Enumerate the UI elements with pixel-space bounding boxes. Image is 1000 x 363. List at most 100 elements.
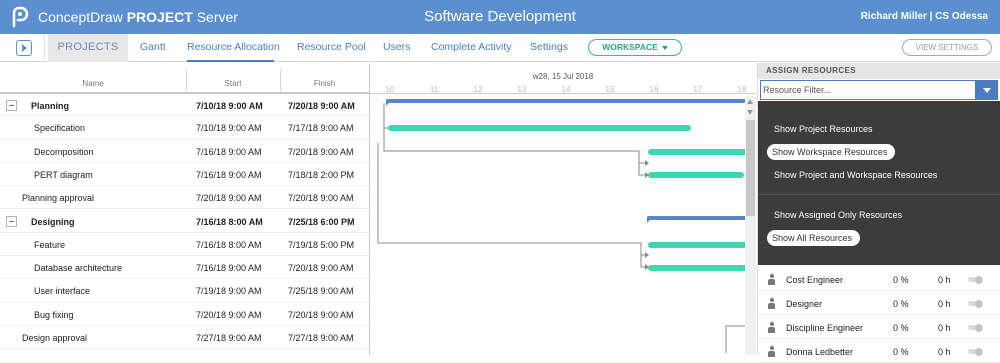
person-icon	[768, 274, 775, 285]
nav-complete-activity[interactable]: Complete Activity	[431, 34, 512, 62]
scroll-thumb[interactable]	[746, 120, 755, 216]
task-start: 7/27/18 9:00 AM	[196, 333, 262, 343]
resource-row[interactable]: Donna Ledbetter 0 % 0 h	[758, 340, 1000, 363]
resource-filter-menu: Show Project Resources Show Workspace Re…	[758, 101, 1000, 265]
task-start: 7/16/18 9:00 AM	[196, 263, 262, 274]
menu-separator	[758, 194, 1000, 195]
task-row[interactable]: Planning 7/10/18 9:00 AM 7/20/18 9:00 AM	[0, 93, 370, 117]
nav-resource-allocation[interactable]: Resource Allocation	[187, 34, 280, 62]
assign-toggle[interactable]	[968, 275, 983, 284]
brand-name: ConceptDraw	[38, 9, 127, 25]
task-finish: 7/27/18 9:00 AM	[288, 333, 354, 343]
nav-divider	[44, 34, 45, 62]
nav-users[interactable]: Users	[383, 34, 410, 62]
person-icon	[768, 322, 775, 333]
brand-suffix: Server	[192, 9, 238, 25]
assign-toggle[interactable]	[968, 347, 983, 356]
task-row[interactable]: Designing 7/16/18 8:00 AM 7/25/18 6:00 P…	[0, 210, 370, 233]
assign-resources-panel: ASSIGN RESOURCES Resource Filter... Show…	[757, 63, 1000, 363]
task-finish: 7/20/18 9:00 AM	[288, 263, 354, 274]
dependency-link	[377, 143, 645, 256]
main-nav: PROJECTS Gantt Resource Allocation Resou…	[0, 34, 1000, 62]
workspace-dropdown[interactable]: WORKSPACE	[588, 39, 682, 56]
collapse-icon[interactable]	[6, 100, 17, 111]
menu-show-workspace-resources[interactable]: Show Workspace Resources	[767, 144, 896, 160]
dependency-link	[638, 163, 645, 176]
resource-percent: 0 %	[893, 275, 909, 285]
nav-resource-pool[interactable]: Resource Pool	[297, 34, 366, 62]
task-name: Bug fixing	[34, 309, 74, 320]
task-start: 7/19/18 9:00 AM	[196, 286, 262, 297]
task-finish: 7/20/18 9:00 AM	[288, 193, 354, 204]
task-start: 7/16/18 9:00 AM	[196, 146, 262, 157]
arrow-head	[645, 160, 649, 166]
menu-show-assigned-only-resources[interactable]: Show Assigned Only Resources	[774, 210, 902, 220]
task-start: 7/16/18 8:00 AM	[196, 216, 263, 227]
assign-toggle[interactable]	[968, 299, 983, 308]
task-name: User interface	[34, 286, 91, 297]
task-finish: 7/18/18 2:00 PM	[288, 169, 355, 180]
top-bar: ConceptDraw PROJECT Server Software Deve…	[0, 0, 1000, 34]
scroll-up-icon[interactable]	[747, 99, 753, 104]
menu-show-project-and-workspace-resources[interactable]: Show Project and Workspace Resources	[774, 170, 937, 180]
task-bar-pert-diagram	[648, 172, 744, 178]
task-bar-database-architecture	[648, 265, 756, 271]
task-finish: 7/25/18 6:00 PM	[288, 216, 355, 227]
view-settings-button[interactable]: VIEW SETTINGS	[902, 39, 992, 56]
dependency-link	[383, 128, 645, 164]
summary-bar-designing	[647, 216, 756, 220]
gantt-chart: w28, 15 Jul 2018 10 11 12 13 14 15 16 17…	[370, 63, 756, 355]
resource-row[interactable]: Designer 0 % 0 h	[758, 292, 1000, 315]
sidebar-toggle-icon[interactable]	[16, 40, 32, 56]
resource-filter-dropdown-icon[interactable]	[976, 80, 998, 100]
nav-settings[interactable]: Settings	[530, 34, 568, 62]
task-finish: 7/20/18 9:00 AM	[288, 101, 355, 111]
task-row[interactable]: Feature 7/16/18 8:00 AM 7/19/18 5:00 PM	[0, 233, 370, 257]
task-name: Planning approval	[22, 193, 95, 204]
task-bar-specification	[388, 125, 691, 131]
resource-percent: 0 %	[893, 299, 909, 309]
user-name[interactable]: Richard Miller | CS Odessa	[861, 11, 988, 22]
task-row[interactable]: User interface 7/19/18 9:00 AM 7/25/18 9…	[0, 279, 370, 303]
task-row[interactable]: Design approval 7/27/18 9:00 AM 7/27/18 …	[0, 326, 370, 350]
dependency-link	[725, 325, 746, 353]
resource-hours: 0 h	[938, 275, 951, 285]
task-start: 7/10/18 9:00 AM	[196, 101, 263, 111]
menu-show-project-resources[interactable]: Show Project Resources	[774, 124, 873, 134]
chevron-down-icon	[661, 45, 668, 50]
resource-row[interactable]: Discipline Engineer 0 % 0 h	[758, 316, 1000, 339]
task-row[interactable]: PERT diagram 7/16/18 9:00 AM 7/18/18 2:0…	[0, 163, 370, 187]
dependency-link	[383, 103, 388, 129]
task-row[interactable]: Planning approval 7/20/18 9:00 AM 7/20/1…	[0, 186, 370, 210]
collapse-icon[interactable]	[6, 215, 17, 227]
resource-row[interactable]: Cost Engineer 0 % 0 h	[758, 268, 1000, 291]
task-finish: 7/19/18 5:00 PM	[288, 239, 355, 250]
task-name: PERT diagram	[34, 169, 93, 180]
column-finish-header[interactable]: Finish	[280, 79, 369, 88]
workspace-label: WORKSPACE	[602, 42, 658, 52]
conceptdraw-logo-icon[interactable]	[8, 6, 30, 28]
task-name: Database architecture	[34, 263, 123, 274]
column-name-header[interactable]: Name	[0, 79, 186, 88]
resource-hours: 0 h	[938, 347, 951, 357]
scroll-down-icon[interactable]	[747, 110, 753, 115]
task-row[interactable]: Specification 7/10/18 9:00 AM 7/17/18 9:…	[0, 116, 370, 140]
gantt-vertical-scrollbar[interactable]	[745, 96, 756, 355]
task-start: 7/16/18 8:00 AM	[196, 239, 262, 250]
task-name: Specification	[34, 123, 86, 134]
resource-filter-input[interactable]: Resource Filter...	[760, 80, 976, 100]
nav-gantt[interactable]: Gantt	[140, 34, 166, 62]
resource-name: Discipline Engineer	[786, 323, 864, 333]
task-finish: 7/20/18 9:00 AM	[288, 309, 354, 320]
arrow-head	[645, 172, 649, 178]
task-row[interactable]: Bug fixing 7/20/18 9:00 AM 7/20/18 9:00 …	[0, 303, 370, 326]
task-row[interactable]: Decomposition 7/16/18 9:00 AM 7/20/18 9:…	[0, 140, 370, 163]
brand-project: PROJECT	[126, 9, 193, 25]
task-bar-decomposition	[648, 149, 756, 155]
assign-toggle[interactable]	[968, 323, 983, 332]
column-start-header[interactable]: Start	[186, 79, 280, 88]
task-row[interactable]: Database architecture 7/16/18 9:00 AM 7/…	[0, 256, 370, 280]
resource-name: Designer	[786, 299, 823, 309]
menu-show-all-resources[interactable]: Show All Resources	[767, 230, 861, 246]
nav-projects[interactable]: PROJECTS	[48, 34, 128, 62]
